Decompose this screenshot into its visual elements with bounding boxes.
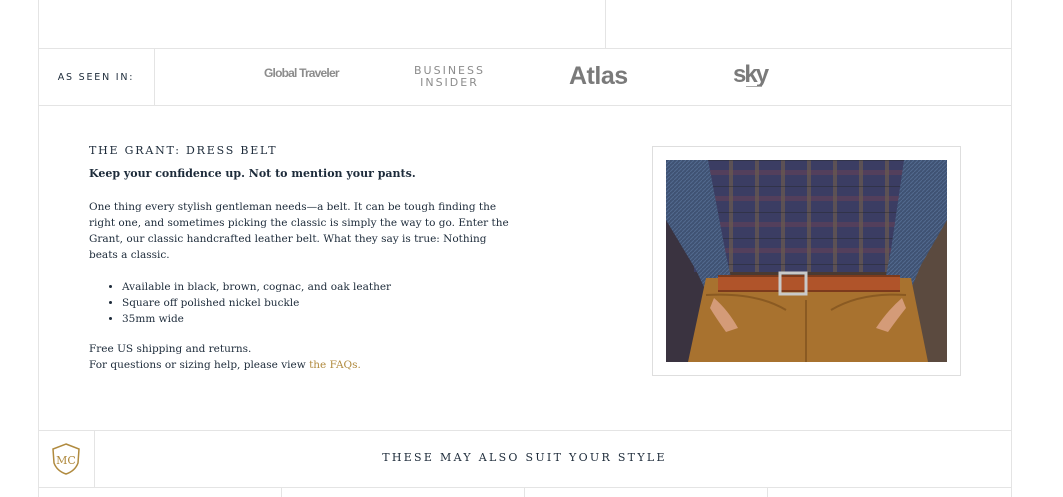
business-insider-logo: BUSINESS INSIDER (414, 64, 485, 89)
feature-item: 35mm wide (122, 311, 391, 327)
press-bar-top-border (38, 48, 1012, 49)
feature-list: Available in black, brown, cognac, and o… (89, 279, 391, 327)
footer-bottom-border (38, 487, 1012, 488)
global-traveler-logo: Global Traveler (264, 66, 340, 80)
svg-text:MC: MC (56, 454, 76, 467)
sky-logo: sky (733, 61, 769, 88)
suggestions-heading: THESE MAY ALSO SUIT YOUR STYLE (382, 451, 667, 464)
product-grid-divider (524, 488, 525, 497)
product-tagline: Keep your confidence up. Not to mention … (89, 167, 416, 180)
shipping-note: Free US shipping and returns. (89, 343, 252, 355)
brand-crest-logo[interactable]: MC (38, 431, 95, 487)
product-grid-divider (767, 488, 768, 497)
feature-item: Square off polished nickel buckle (122, 295, 391, 311)
product-grid-divider (281, 488, 282, 497)
atlas-logo: Atlas (569, 62, 628, 90)
sizing-help: For questions or sizing help, please vie… (89, 357, 361, 373)
product-description: One thing every stylish gentleman needs—… (89, 201, 509, 261)
as-seen-in-label: AS SEEN IN: (38, 49, 155, 105)
product-photo[interactable] (666, 160, 947, 362)
product-title: THE GRANT: DRESS BELT (89, 144, 278, 157)
top-divider (605, 0, 606, 48)
sky-logo-underline (746, 86, 762, 87)
press-bar-bottom-border (38, 105, 1012, 106)
footer-top-border (38, 430, 1012, 431)
sizing-help-text: For questions or sizing help, please vie… (89, 359, 310, 371)
faq-link[interactable]: the FAQs. (309, 359, 361, 371)
right-border (1011, 0, 1012, 497)
feature-item: Available in black, brown, cognac, and o… (122, 279, 391, 295)
